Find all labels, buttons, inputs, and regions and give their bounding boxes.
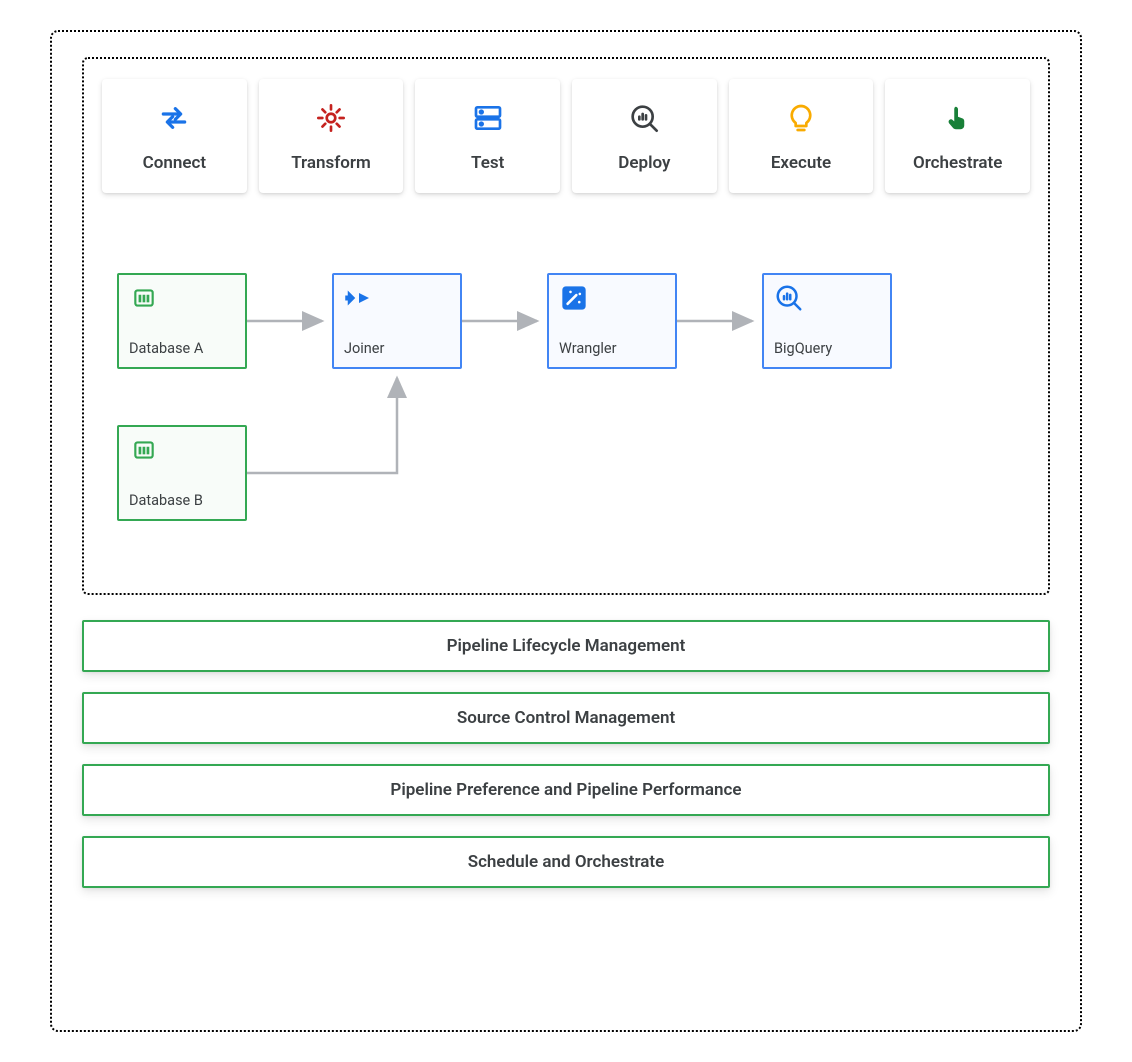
bar-performance: Pipeline Preference and Pipeline Perform… [82,764,1050,816]
stage-label: Deploy [618,153,670,173]
merge-icon [344,283,374,313]
node-label: Wrangler [559,340,665,357]
stage-label: Test [471,153,504,173]
stage-card-test: Test [415,79,560,193]
node-joiner: Joiner [332,273,462,369]
stage-card-execute: Execute [729,79,874,193]
stage-label: Orchestrate [913,153,1002,173]
node-database-b: Database B [117,425,247,521]
bulb-icon [784,101,818,135]
node-label: Joiner [344,340,450,357]
touch-icon [941,101,975,135]
stage-label: Execute [771,153,831,173]
bar-lifecycle: Pipeline Lifecycle Management [82,620,1050,672]
stage-card-orchestrate: Orchestrate [885,79,1030,193]
stage-card-connect: Connect [102,79,247,193]
stage-card-transform: Transform [259,79,404,193]
pipeline-panel: Connect Transform [82,57,1050,595]
node-label: BigQuery [774,340,880,357]
wand-icon [559,283,589,313]
bar-source-ctrl: Source Control Management [82,692,1050,744]
swap-arrows-icon [157,101,191,135]
node-database-a: Database A [117,273,247,369]
database-icon [129,435,159,465]
node-label: Database B [129,492,235,509]
gear-icon [314,101,348,135]
database-icon [129,283,159,313]
analytics-search-icon [627,101,661,135]
bar-schedule: Schedule and Orchestrate [82,836,1050,888]
stage-label: Transform [291,153,371,173]
node-wrangler: Wrangler [547,273,677,369]
outer-container: Connect Transform [50,30,1082,1032]
bigquery-icon [774,283,804,313]
stage-label: Connect [143,153,206,173]
capability-bars: Pipeline Lifecycle Management Source Con… [82,620,1050,888]
server-icon [471,101,505,135]
node-label: Database A [129,340,235,357]
stage-card-deploy: Deploy [572,79,717,193]
stage-cards: Connect Transform [102,79,1030,193]
pipeline-flow: Database A Database B Joiner [112,273,1030,553]
node-bigquery: BigQuery [762,273,892,369]
